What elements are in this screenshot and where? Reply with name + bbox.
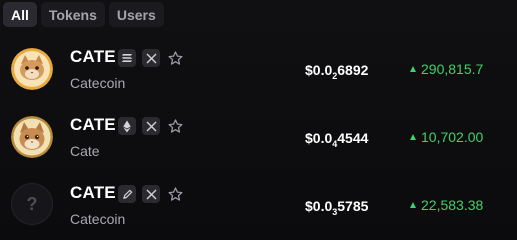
token-symbol: CATE <box>70 115 116 134</box>
unknown-avatar-icon: ? <box>11 183 53 225</box>
price-change: 22,583.38 <box>410 197 483 213</box>
token-avatar <box>11 116 53 158</box>
favorite-star-icon[interactable] <box>165 184 185 204</box>
token-price: $0.035785 <box>305 198 369 217</box>
token-price: $0.026892 <box>305 62 369 81</box>
favorite-star-icon[interactable] <box>165 116 185 136</box>
token-row[interactable]: CATE Cate $0.044544 10,702.00 <box>0 108 517 168</box>
x-social-icon[interactable] <box>142 185 160 203</box>
token-row[interactable]: ? CATE Catecoin $0.035785 22,583.38 <box>0 176 517 236</box>
up-arrow-icon <box>410 202 416 208</box>
x-social-icon[interactable] <box>142 117 160 135</box>
token-price: $0.044544 <box>305 130 369 149</box>
filter-tabs: All Tokens Users <box>3 2 164 28</box>
token-search-results: All Tokens Users CATE Catecoin $0.026892… <box>0 0 517 240</box>
token-name: Catecoin <box>70 211 126 227</box>
cat-coin-icon <box>11 116 53 158</box>
tab-users[interactable]: Users <box>108 2 164 27</box>
solana-icon[interactable] <box>118 49 136 67</box>
token-symbol: CATE <box>70 47 116 66</box>
tab-all[interactable]: All <box>3 2 37 27</box>
pen-icon[interactable] <box>118 185 136 203</box>
cat-coin-icon <box>11 48 53 90</box>
tab-tokens[interactable]: Tokens <box>40 2 105 27</box>
token-name: Catecoin <box>70 75 126 91</box>
token-symbol: CATE <box>70 183 116 202</box>
price-change: 10,702.00 <box>410 129 483 145</box>
price-change: 290,815.7 <box>410 61 483 77</box>
favorite-star-icon[interactable] <box>165 48 185 68</box>
token-avatar <box>11 48 53 90</box>
token-row[interactable]: CATE Catecoin $0.026892 290,815.7 <box>0 40 517 100</box>
ethereum-icon[interactable] <box>118 117 136 135</box>
x-social-icon[interactable] <box>142 49 160 67</box>
up-arrow-icon <box>410 66 416 72</box>
up-arrow-icon <box>410 134 416 140</box>
token-name: Cate <box>70 143 100 159</box>
